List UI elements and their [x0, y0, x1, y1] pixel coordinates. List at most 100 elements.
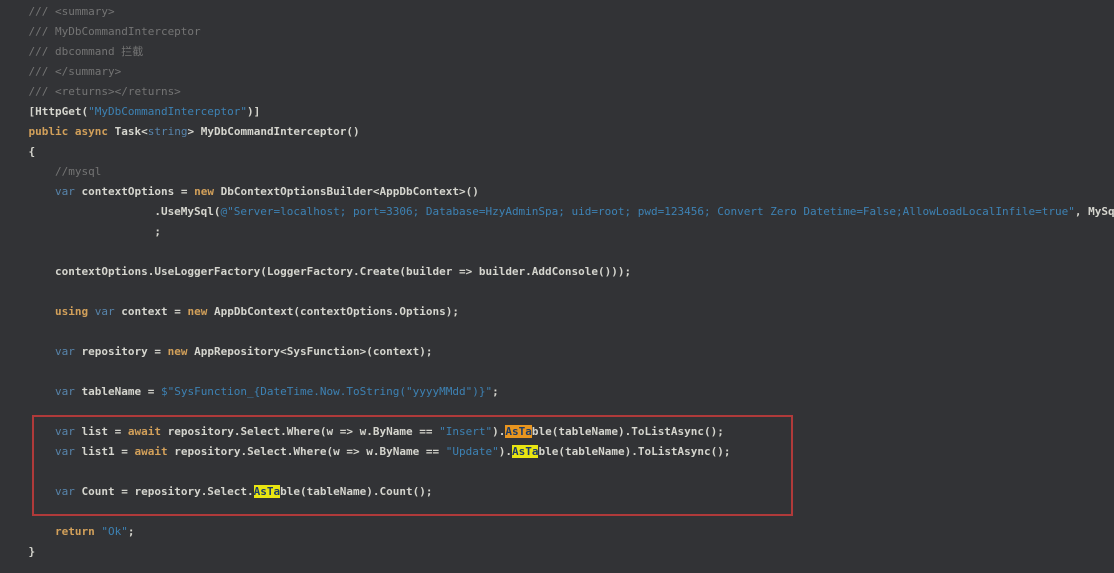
code-line: var list1 = await repository.Select.Wher…: [2, 442, 1114, 462]
code-token: list =: [75, 425, 128, 438]
code-token: new: [187, 305, 207, 318]
code-token: ;: [128, 525, 135, 538]
code-line: [2, 502, 1114, 522]
code-line: [2, 242, 1114, 262]
code-token: await: [134, 445, 167, 458]
code-editor[interactable]: /// <summary> /// MyDbCommandInterceptor…: [0, 0, 1114, 573]
code-token: //mysql: [2, 165, 101, 178]
find-match-highlight: AsTa: [254, 485, 281, 498]
code-line: [2, 362, 1114, 382]
code-line: [2, 282, 1114, 302]
code-token: AppRepository<SysFunction>(context);: [187, 345, 432, 358]
code-token: var: [55, 445, 75, 458]
code-token: ;: [2, 225, 161, 238]
code-token: tableName =: [75, 385, 161, 398]
code-token: ).: [492, 425, 505, 438]
code-line: /// MyDbCommandInterceptor: [2, 22, 1114, 42]
code-line: /// <returns></returns>: [2, 82, 1114, 102]
find-match-highlight: AsTa: [512, 445, 539, 458]
code-token: var: [55, 185, 75, 198]
code-token: /// <returns></returns>: [2, 85, 181, 98]
code-token: [2, 345, 55, 358]
code-token: ble(tableName).Count();: [280, 485, 432, 498]
code-token: [2, 425, 55, 438]
code-token: /// </summary>: [2, 65, 121, 78]
code-token: var: [55, 385, 75, 398]
code-token: "Insert": [439, 425, 492, 438]
code-token: [2, 485, 55, 498]
code-token: ;: [492, 385, 499, 398]
code-token: ).: [499, 445, 512, 458]
code-line: var contextOptions = new DbContextOption…: [2, 182, 1114, 202]
code-token: Count = repository.Select.: [75, 485, 254, 498]
code-line: [2, 402, 1114, 422]
code-token: await: [128, 425, 161, 438]
code-token: public async: [29, 125, 115, 138]
code-line: contextOptions.UseLoggerFactory(LoggerFa…: [2, 262, 1114, 282]
code-line: /// dbcommand 拦截: [2, 42, 1114, 62]
code-token: /// MyDbCommandInterceptor: [2, 25, 201, 38]
code-line: ;: [2, 222, 1114, 242]
code-line: var Count = repository.Select.AsTable(ta…: [2, 482, 1114, 502]
code-line: var repository = new AppRepository<SysFu…: [2, 342, 1114, 362]
find-match-current-highlight: AsTa: [505, 425, 532, 438]
code-line: /// </summary>: [2, 62, 1114, 82]
code-token: var: [55, 485, 75, 498]
code-token: /// dbcommand 拦截: [2, 45, 143, 58]
code-line: {: [2, 142, 1114, 162]
code-token: list1 =: [75, 445, 135, 458]
code-token: .UseMySql(: [2, 205, 221, 218]
code-token: repository =: [75, 345, 168, 358]
code-token: contextOptions.UseLoggerFactory(LoggerFa…: [2, 265, 631, 278]
code-line: return "Ok";: [2, 522, 1114, 542]
code-line: [HttpGet("MyDbCommandInterceptor")]: [2, 102, 1114, 122]
code-token: string: [148, 125, 188, 138]
code-token: [2, 125, 29, 138]
code-token: context =: [115, 305, 188, 318]
code-token: repository.Select.Where(w => w.ByName ==: [161, 425, 439, 438]
code-token: return: [55, 525, 95, 538]
code-lines-container: /// <summary> /// MyDbCommandInterceptor…: [2, 2, 1114, 562]
code-token: using: [55, 305, 88, 318]
code-line: var list = await repository.Select.Where…: [2, 422, 1114, 442]
code-token: var: [95, 305, 115, 318]
code-token: )]: [247, 105, 260, 118]
code-token: [2, 445, 55, 458]
code-token: new: [168, 345, 188, 358]
code-line: .UseMySql(@"Server=localhost; port=3306;…: [2, 202, 1114, 222]
code-token: [2, 305, 55, 318]
code-token: "Update": [446, 445, 499, 458]
code-line: //mysql: [2, 162, 1114, 182]
code-token: ble(tableName).ToListAsync();: [538, 445, 730, 458]
code-token: [HttpGet(: [2, 105, 88, 118]
code-token: [88, 305, 95, 318]
code-token: {: [2, 145, 35, 158]
code-line: [2, 322, 1114, 342]
code-token: var: [55, 425, 75, 438]
code-token: DbContextOptionsBuilder<AppDbContext>(): [214, 185, 479, 198]
code-token: [2, 185, 55, 198]
code-token: ble(tableName).ToListAsync();: [532, 425, 724, 438]
code-line: var tableName = $"SysFunction_{DateTime.…: [2, 382, 1114, 402]
code-line: [2, 462, 1114, 482]
code-token: var: [55, 345, 75, 358]
code-token: contextOptions =: [75, 185, 194, 198]
code-token: /// <summary>: [2, 5, 115, 18]
code-token: "MyDbCommandInterceptor": [88, 105, 247, 118]
code-line: public async Task<string> MyDbCommandInt…: [2, 122, 1114, 142]
code-token: , MySql: [1075, 205, 1114, 218]
code-line: /// <summary>: [2, 2, 1114, 22]
code-line: using var context = new AppDbContext(con…: [2, 302, 1114, 322]
code-token: @"Server=localhost; port=3306; Database=…: [221, 205, 1075, 218]
code-token: > MyDbCommandInterceptor(): [187, 125, 359, 138]
code-token: }: [2, 545, 35, 558]
code-token: new: [194, 185, 214, 198]
code-token: Task<: [115, 125, 148, 138]
code-token: "Ok": [101, 525, 128, 538]
code-token: AppDbContext(contextOptions.Options);: [207, 305, 459, 318]
code-token: [2, 385, 55, 398]
code-token: [2, 525, 55, 538]
code-line: }: [2, 542, 1114, 562]
code-token: $"SysFunction_{DateTime.Now.ToString("yy…: [161, 385, 492, 398]
code-token: repository.Select.Where(w => w.ByName ==: [168, 445, 446, 458]
